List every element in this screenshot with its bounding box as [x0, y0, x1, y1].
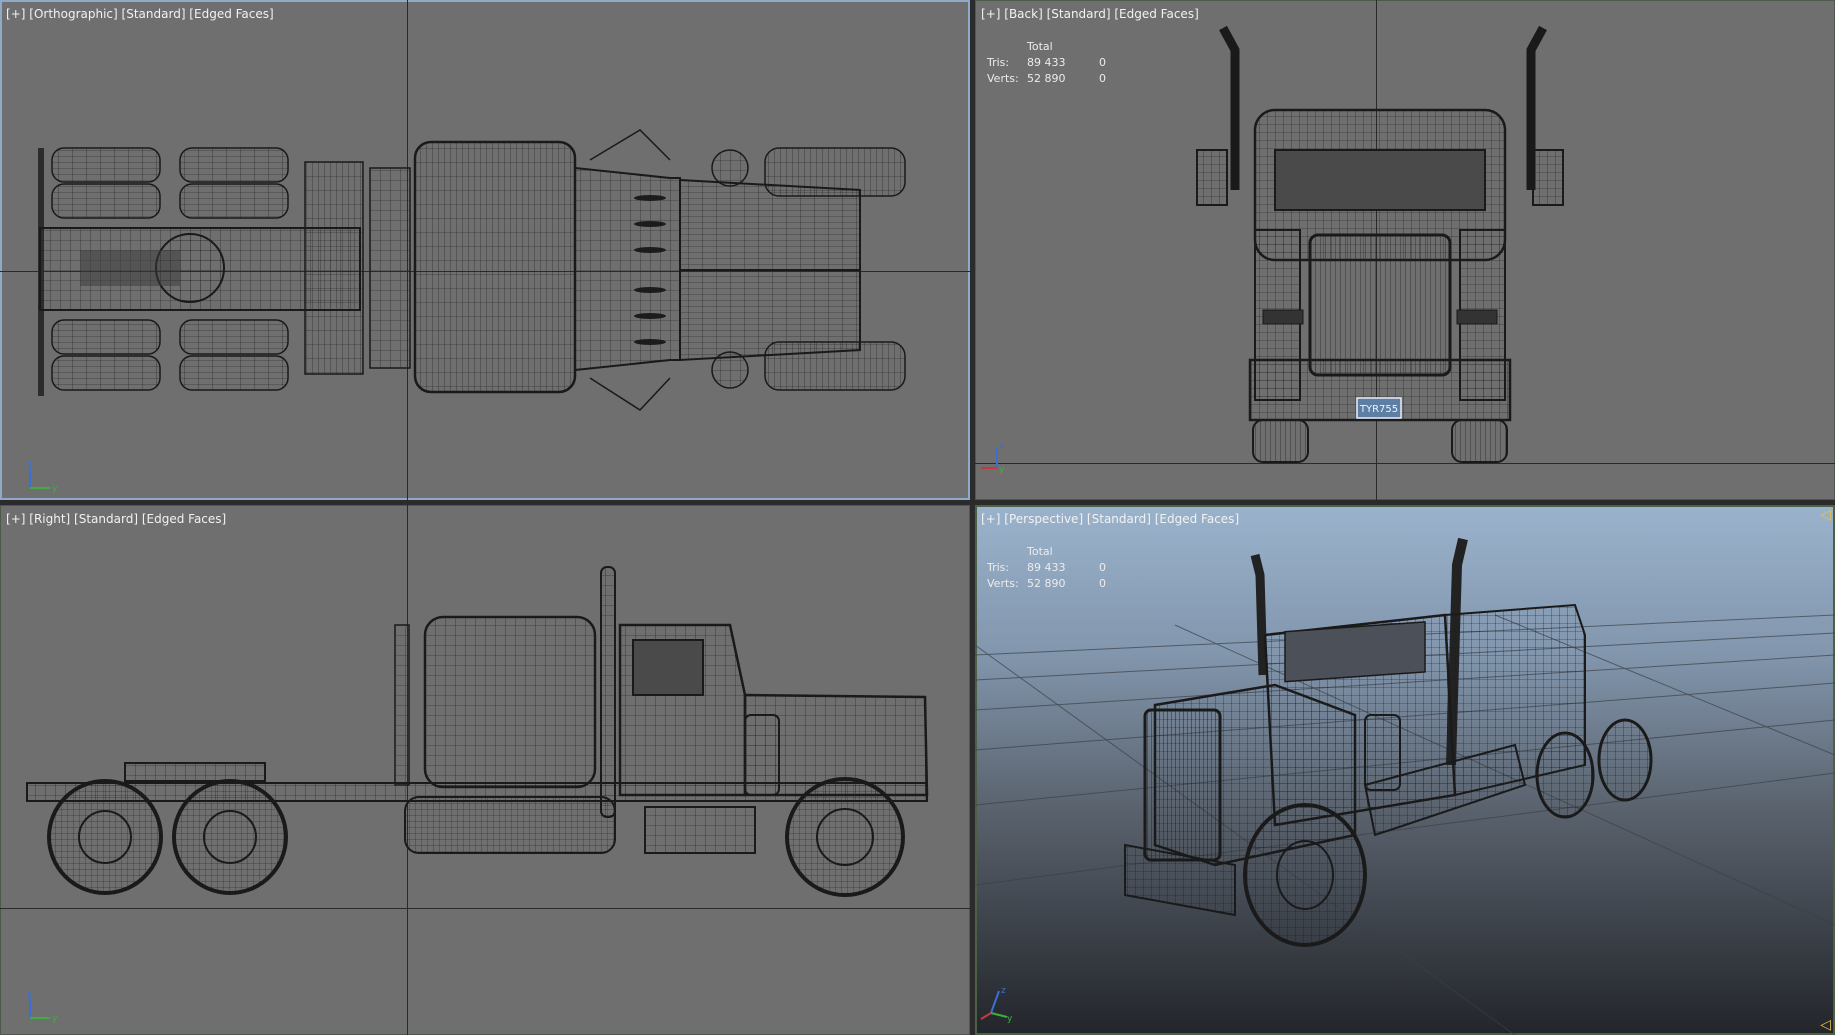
axis-gizmo-right: z y — [27, 990, 58, 1024]
viewport-plus-menu[interactable]: + — [986, 7, 996, 21]
stats-tris-label: Tris: — [987, 56, 1010, 69]
viewport-label-orthographic[interactable]: [+] [Orthographic] [Standard] [Edged Fac… — [6, 7, 274, 21]
viewport-label-perspective[interactable]: [+] [Perspective] [Standard] [Edged Face… — [981, 512, 1239, 526]
viewport-orthographic[interactable]: [+] [Orthographic] [Standard] [Edged Fac… — [0, 0, 970, 500]
axis-label-y: y — [999, 465, 1005, 475]
axis-label-z: z — [1001, 986, 1006, 996]
axis-label-z: z — [27, 460, 32, 470]
axis-label-y: y — [52, 1014, 58, 1024]
axis-label-z: z — [999, 441, 1004, 451]
viewport-faces-menu[interactable]: Edged Faces — [194, 7, 269, 21]
viewport-shading-menu[interactable]: Standard — [126, 7, 181, 21]
stats-verts-label: Verts: — [987, 577, 1019, 590]
stats-verts-selected: 0 — [1099, 72, 1106, 85]
viewport-corner-triangle-bottom: ◁ — [1820, 1017, 1831, 1033]
stats-verts-total: 52 890 — [1027, 72, 1066, 85]
viewport-plus-menu[interactable]: + — [11, 7, 21, 21]
viewport-perspective[interactable]: [+] [Perspective] [Standard] [Edged Face… — [975, 505, 1835, 1035]
viewport-right[interactable]: [+] [Right] [Standard] [Edged Faces] z y — [0, 505, 970, 1035]
viewport-shading-menu[interactable]: Standard — [1092, 512, 1147, 526]
axis-gizmo-perspective: z y — [980, 986, 1013, 1023]
stats-tris-total: 89 433 — [1027, 56, 1066, 69]
viewport-faces-menu[interactable]: Edged Faces — [1119, 7, 1194, 21]
stats-tris-label: Tris: — [987, 561, 1010, 574]
viewport-view-menu[interactable]: Right — [34, 512, 66, 526]
viewport-view-menu[interactable]: Orthographic — [34, 7, 113, 21]
truck-top-view-model — [38, 129, 906, 411]
stats-tris-selected: 0 — [1099, 56, 1106, 69]
viewport-corner-triangle-top: ◁ — [1820, 507, 1831, 523]
viewport-label-back[interactable]: [+] [Back] [Standard] [Edged Faces] — [981, 7, 1199, 21]
viewport-shading-menu[interactable]: Standard — [1051, 7, 1106, 21]
viewport-plus-menu[interactable]: + — [986, 512, 996, 526]
license-plate-text: TYR755 — [1359, 404, 1398, 415]
viewport-faces-menu[interactable]: Edged Faces — [147, 512, 222, 526]
truck-back-view-model: TYR755 — [1196, 25, 1564, 463]
viewport-view-menu[interactable]: Back — [1009, 7, 1038, 21]
poly-stats-back: Total Tris: 89 433 0 Verts: 52 890 0 — [987, 39, 1119, 87]
axis-label-y: y — [52, 484, 58, 494]
stats-header: Total — [1027, 40, 1053, 53]
truck-side-view-model — [26, 566, 929, 897]
stats-verts-label: Verts: — [987, 72, 1019, 85]
axis-label-y: y — [1007, 1014, 1013, 1023]
viewport-plus-menu[interactable]: + — [11, 512, 21, 526]
stats-header: Total — [1027, 545, 1053, 558]
viewport-view-menu[interactable]: Perspective — [1009, 512, 1079, 526]
axis-label-z: z — [27, 990, 32, 1000]
viewport-shading-menu[interactable]: Standard — [79, 512, 134, 526]
axis-gizmo-back: z y — [981, 441, 1005, 475]
stats-verts-total: 52 890 — [1027, 577, 1066, 590]
stats-tris-total: 89 433 — [1027, 561, 1066, 574]
viewport-label-right[interactable]: [+] [Right] [Standard] [Edged Faces] — [6, 512, 226, 526]
viewport-back[interactable]: [+] [Back] [Standard] [Edged Faces] Tota… — [975, 0, 1835, 500]
truck-perspective-model — [1124, 537, 1653, 947]
axis-gizmo-top: z y — [27, 460, 58, 494]
viewport-faces-menu[interactable]: Edged Faces — [1159, 512, 1234, 526]
